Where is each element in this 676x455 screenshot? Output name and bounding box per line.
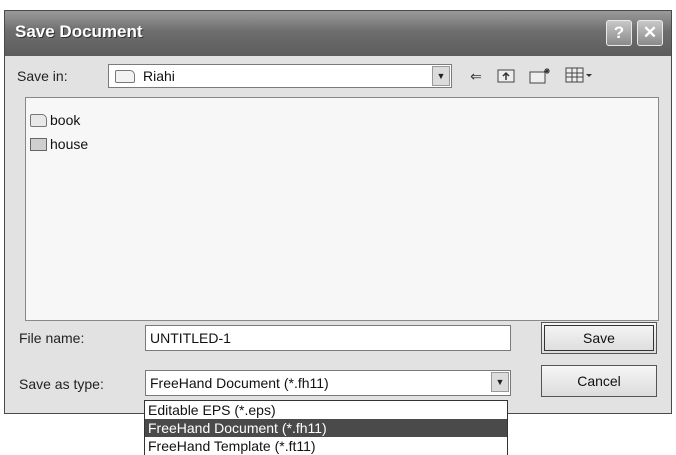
save-button[interactable]: Save — [541, 322, 657, 354]
list-item-label: house — [50, 136, 89, 152]
title-bar[interactable]: Save Document ? ✕ — [5, 11, 671, 56]
folder-icon — [115, 70, 135, 83]
option-freehand-template[interactable]: FreeHand Template (*.ft11) — [145, 437, 507, 455]
file-list[interactable]: book house — [25, 97, 659, 321]
save-in-label: Save in: — [17, 68, 68, 84]
list-item-label: book — [50, 112, 81, 128]
close-button[interactable]: ✕ — [637, 20, 663, 46]
chevron-down-icon[interactable]: ▼ — [432, 66, 450, 86]
save-as-type-options[interactable]: Editable EPS (*.eps) FreeHand Document (… — [144, 400, 508, 455]
save-as-type-value: FreeHand Document (*.fh11) — [150, 375, 329, 391]
save-as-type-dropdown[interactable]: FreeHand Document (*.fh11) ▼ — [145, 370, 511, 396]
chevron-down-icon[interactable]: ▼ — [491, 372, 509, 392]
back-arrow-icon[interactable]: ⇐ — [465, 67, 487, 85]
file-icon — [30, 138, 47, 151]
view-menu-icon[interactable] — [564, 67, 594, 85]
option-freehand-document[interactable]: FreeHand Document (*.fh11) — [145, 419, 507, 437]
cancel-button[interactable]: Cancel — [541, 365, 657, 397]
file-name-label: File name: — [19, 330, 85, 346]
new-folder-icon[interactable] — [527, 67, 553, 85]
help-button[interactable]: ? — [606, 20, 632, 46]
option-editable-eps[interactable]: Editable EPS (*.eps) — [145, 401, 507, 419]
save-as-type-label: Save as type: — [19, 376, 104, 392]
folder-icon — [30, 114, 47, 127]
up-folder-icon[interactable] — [495, 67, 517, 85]
save-in-dropdown[interactable]: Riahi ▼ — [108, 64, 452, 88]
save-document-dialog: Save Document ? ✕ Save in: Riahi ▼ ⇐ boo… — [4, 10, 672, 414]
file-name-input[interactable]: UNTITLED-1 — [145, 325, 511, 351]
save-in-value: Riahi — [143, 68, 175, 84]
dialog-title: Save Document — [15, 22, 143, 41]
